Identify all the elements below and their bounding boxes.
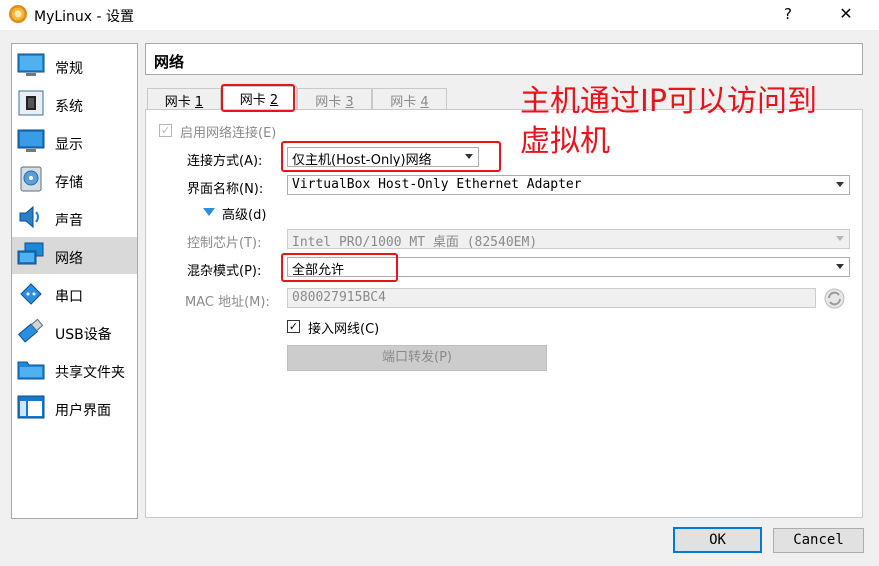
page-header: 网络	[145, 43, 863, 75]
expand-triangle-icon[interactable]	[203, 207, 215, 217]
sidebar-item-label: 显示	[55, 137, 83, 153]
display-icon	[17, 129, 45, 152]
highlight-tab-adapter-2	[221, 84, 295, 112]
sidebar-item-display[interactable]: 显示	[12, 123, 137, 160]
tab-adapter-4[interactable]: 网卡 4	[372, 88, 447, 110]
tab-number: 4	[420, 95, 429, 110]
tab-number: 3	[345, 95, 354, 110]
close-button[interactable]: ✕	[836, 4, 856, 24]
serial-port-icon	[20, 283, 42, 305]
sidebar-item-label: USB设备	[55, 327, 112, 343]
sidebar-item-serial-port[interactable]: 串口	[12, 275, 137, 312]
advanced-toggle[interactable]: 高级(d)	[222, 204, 266, 223]
tab-label: 网卡	[315, 95, 346, 110]
interface-name-label: 界面名称(N):	[187, 182, 264, 197]
annotation-line-2: 虚拟机	[520, 124, 610, 159]
chevron-down-icon	[836, 264, 844, 269]
storage-icon	[20, 166, 42, 192]
shared-folder-icon	[17, 361, 45, 380]
user-interface-icon	[17, 395, 45, 419]
adapter-type-value: Intel PRO/1000 MT 桌面 (82540EM)	[292, 235, 538, 249]
sidebar-item-label: 串口	[55, 289, 83, 305]
sidebar-item-user-interface[interactable]: 用户界面	[12, 389, 137, 426]
refresh-mac-icon[interactable]	[824, 288, 845, 309]
sidebar-item-label: 网络	[55, 251, 83, 267]
enable-adapter-checkbox[interactable]: ✓	[159, 124, 172, 137]
chevron-down-icon	[836, 236, 844, 241]
mac-address-value: 080027915BC4	[292, 290, 386, 305]
adapter-type-select[interactable]: Intel PRO/1000 MT 桌面 (82540EM)	[287, 229, 850, 249]
tab-adapter-3[interactable]: 网卡 3	[297, 88, 372, 110]
mac-address-label: MAC 地址(M):	[185, 295, 270, 310]
sidebar-item-network[interactable]: 网络	[12, 237, 137, 274]
system-icon	[18, 90, 44, 116]
window-title: MyLinux - 设置	[34, 9, 135, 25]
mac-address-field[interactable]: 080027915BC4	[287, 288, 816, 308]
network-icon	[17, 242, 44, 265]
annotation-line-1: 主机通过IP可以访问到	[520, 84, 817, 119]
tab-number: 1	[194, 95, 204, 110]
sidebar-item-shared-folders[interactable]: 共享文件夹	[12, 351, 137, 388]
usb-icon	[17, 318, 44, 343]
cable-connected-checkbox[interactable]: ✓	[287, 320, 300, 333]
page-title: 网络	[154, 53, 185, 71]
sidebar-item-label: 常规	[55, 61, 83, 77]
chevron-down-icon	[836, 182, 844, 187]
sidebar-item-label: 系统	[55, 99, 83, 115]
adapter-type-label: 控制芯片(T):	[187, 236, 262, 251]
interface-name-value: VirtualBox Host-Only Ethernet Adapter	[292, 177, 582, 192]
tab-label: 网卡	[390, 95, 421, 110]
port-forwarding-button[interactable]: 端口转发(P)	[287, 345, 547, 371]
cable-connected-label: 接入网线(C)	[308, 322, 380, 337]
virtualbox-app-icon	[9, 5, 27, 23]
highlight-promiscuous-mode	[281, 253, 398, 282]
sidebar-item-general[interactable]: 常规	[12, 47, 137, 84]
adapter-settings-panel	[145, 109, 863, 518]
sidebar-item-label: 存储	[55, 175, 83, 191]
settings-sidebar: 常规 系统 显示 存储 声音 网络 串口 USB设备 共享文件夹 用户界面	[11, 43, 138, 519]
sidebar-item-label: 共享文件夹	[55, 365, 125, 381]
tab-label: 网卡	[164, 95, 195, 110]
annotation-text: 主机通过IP可以访问到 虚拟机	[520, 82, 865, 162]
cancel-button[interactable]: Cancel	[773, 528, 864, 553]
highlight-attached-to	[281, 141, 501, 172]
promiscuous-mode-label: 混杂模式(P):	[187, 264, 262, 279]
sidebar-item-storage[interactable]: 存储	[12, 161, 137, 198]
tab-adapter-1[interactable]: 网卡 1	[147, 88, 221, 110]
general-icon	[17, 53, 45, 76]
enable-adapter-label: 启用网络连接(E)	[180, 126, 277, 141]
sidebar-item-audio[interactable]: 声音	[12, 199, 137, 236]
title-bar: MyLinux - 设置 ? ✕	[0, 0, 879, 30]
sidebar-item-label: 用户界面	[55, 403, 111, 419]
sidebar-item-label: 声音	[55, 213, 83, 229]
audio-icon	[19, 205, 39, 229]
help-button[interactable]: ?	[778, 4, 798, 24]
sidebar-item-usb[interactable]: USB设备	[12, 313, 137, 350]
interface-name-select[interactable]: VirtualBox Host-Only Ethernet Adapter	[287, 175, 850, 195]
attached-to-label: 连接方式(A):	[187, 154, 263, 169]
sidebar-item-system[interactable]: 系统	[12, 85, 137, 122]
ok-button[interactable]: OK	[673, 527, 762, 553]
